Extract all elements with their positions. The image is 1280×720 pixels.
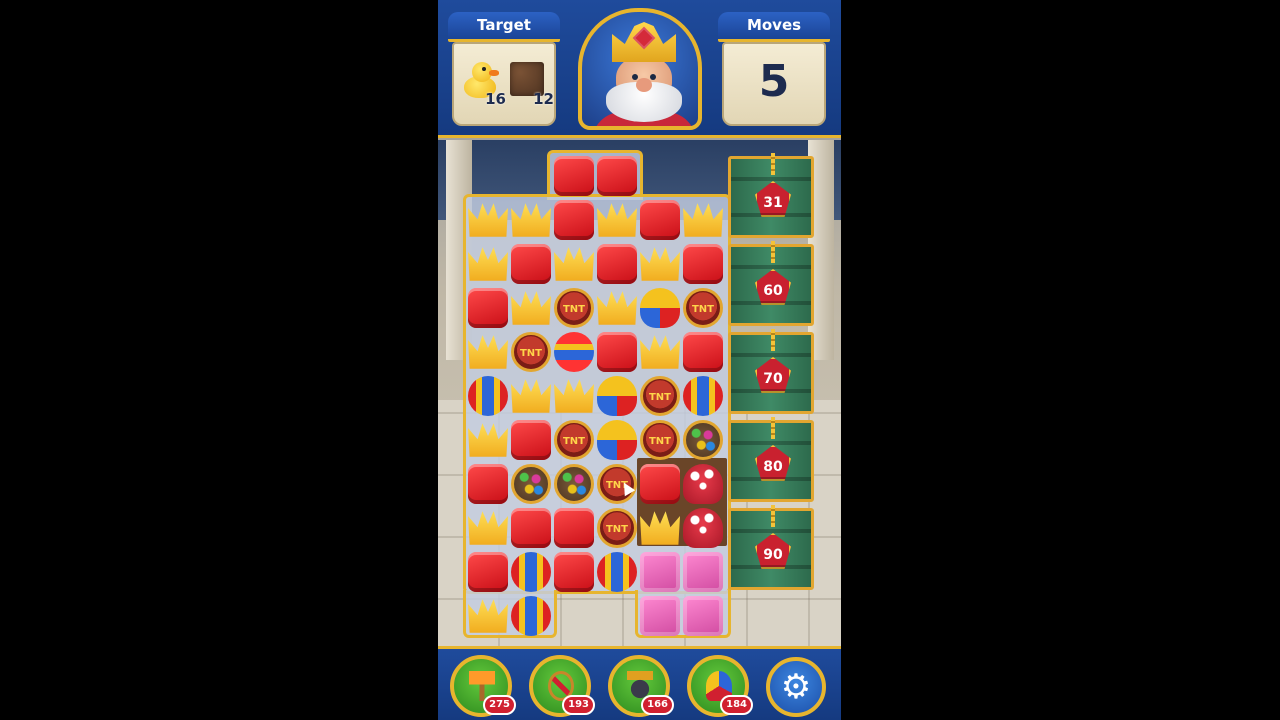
rocket-piece[interactable] [597, 552, 637, 592]
chained-box: 60 [728, 241, 814, 326]
gear-icon: ⚙ [780, 667, 812, 707]
booster-bar: 275 193 166 184 ⚙ [438, 646, 841, 720]
red-piece[interactable] [468, 464, 508, 504]
tnt-piece[interactable] [511, 332, 551, 372]
tnt-piece[interactable] [597, 508, 637, 548]
tnt-piece[interactable] [640, 376, 680, 416]
rocket-piece[interactable] [683, 376, 723, 416]
rocket-piece[interactable] [468, 376, 508, 416]
red-piece[interactable] [554, 508, 594, 548]
target-label: Target [448, 12, 560, 42]
bomb-piece[interactable] [683, 420, 723, 460]
target-panel: Target 16 12 [448, 12, 560, 128]
mushroom-piece[interactable] [683, 464, 723, 504]
lock-count-badge: 60 [755, 269, 791, 305]
red-piece[interactable] [597, 156, 637, 196]
lock-count-badge: 70 [755, 357, 791, 393]
target-goals: 16 12 [452, 42, 556, 126]
target-duck: 16 [460, 58, 506, 108]
duck-target-count: 16 [485, 90, 506, 108]
lock-count-badge: 90 [755, 533, 791, 569]
red-piece[interactable] [468, 288, 508, 328]
ball-piece[interactable] [554, 332, 594, 372]
game-screen: Target 16 12 Moves 5 TNT TNT TNT TNT TNT… [438, 0, 841, 720]
chained-box: 70 [728, 329, 814, 414]
red-piece[interactable] [511, 508, 551, 548]
arrow-booster-button[interactable]: 193 [529, 655, 595, 717]
red-piece[interactable] [597, 332, 637, 372]
rocket-piece[interactable] [511, 552, 551, 592]
hammer-booster-button[interactable]: 275 [450, 655, 516, 717]
settings-button[interactable]: ⚙ [766, 657, 826, 717]
level-header: Target 16 12 Moves 5 [438, 0, 841, 138]
propeller-piece[interactable] [597, 376, 637, 416]
pink-piece[interactable] [640, 596, 680, 636]
bomb-piece[interactable] [554, 464, 594, 504]
chained-box: 80 [728, 417, 814, 502]
red-piece[interactable] [597, 244, 637, 284]
chained-box: 31 [728, 153, 814, 238]
booster-count: 184 [720, 695, 753, 715]
moves-panel: Moves 5 [718, 12, 830, 128]
propeller-piece[interactable] [640, 288, 680, 328]
booster-count: 166 [641, 695, 674, 715]
red-piece[interactable] [554, 552, 594, 592]
red-piece[interactable] [511, 420, 551, 460]
moves-count: 5 [758, 56, 790, 107]
target-dirt: 12 [508, 58, 554, 108]
chained-box: 90 [728, 505, 814, 590]
jester-hat-booster-button[interactable]: 184 [687, 655, 753, 717]
red-piece[interactable] [554, 156, 594, 196]
propeller-piece[interactable] [597, 420, 637, 460]
cannon-booster-button[interactable]: 166 [608, 655, 674, 717]
red-piece[interactable] [554, 200, 594, 240]
red-piece[interactable] [511, 244, 551, 284]
tnt-piece[interactable] [683, 288, 723, 328]
lock-count-badge: 80 [755, 445, 791, 481]
lock-count-badge: 31 [755, 181, 791, 217]
mushroom-piece[interactable] [683, 508, 723, 548]
king-portrait [578, 8, 702, 130]
red-piece[interactable] [640, 464, 680, 504]
red-piece[interactable] [683, 244, 723, 284]
red-piece[interactable] [683, 332, 723, 372]
game-board[interactable] [463, 150, 733, 638]
bomb-piece[interactable] [511, 464, 551, 504]
booster-count: 275 [483, 695, 516, 715]
pink-piece[interactable] [683, 552, 723, 592]
red-piece[interactable] [640, 200, 680, 240]
rocket-piece[interactable] [511, 596, 551, 636]
dirt-target-count: 12 [533, 90, 554, 108]
pink-piece[interactable] [640, 552, 680, 592]
tnt-piece[interactable] [554, 420, 594, 460]
pink-piece[interactable] [683, 596, 723, 636]
tnt-piece[interactable] [640, 420, 680, 460]
tnt-piece[interactable] [554, 288, 594, 328]
booster-count: 193 [562, 695, 595, 715]
red-piece[interactable] [468, 552, 508, 592]
moves-label: Moves [718, 12, 830, 42]
